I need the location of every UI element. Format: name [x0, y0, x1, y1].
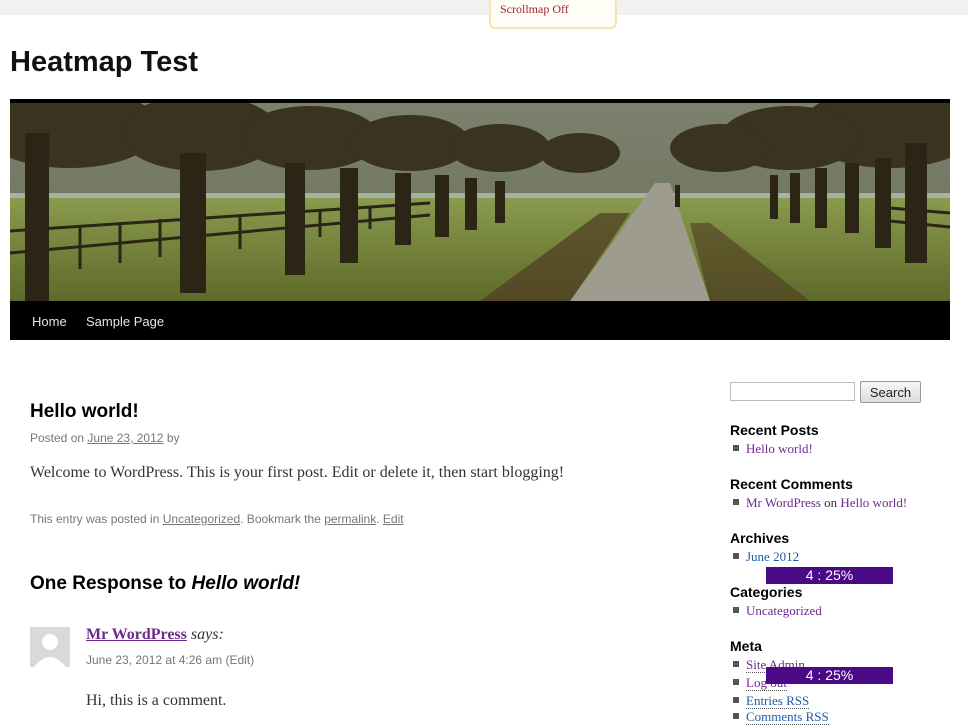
post-meta: Posted on June 23, 2012 by [30, 431, 180, 445]
scrollmap-toggle-button[interactable]: Scrollmap Off [489, 0, 617, 29]
recent-posts-title: Recent Posts [730, 422, 819, 438]
meta-item: Comments RSS [733, 709, 829, 725]
comment-date-link[interactable]: June 23, 2012 at 4:26 am [86, 653, 222, 667]
commenter-avatar [30, 627, 70, 667]
recent-comments-title: Recent Comments [730, 476, 853, 492]
recent-comment-post-link[interactable]: Hello world! [840, 495, 907, 510]
archive-june-2012-link[interactable]: June 2012 [746, 549, 799, 564]
footer-dot: . [376, 512, 380, 526]
list-bullet [733, 499, 739, 505]
post-content: Welcome to WordPress. This is your first… [30, 464, 565, 481]
main-navigation: Home Sample Page [10, 301, 950, 340]
list-bullet [733, 697, 739, 703]
list-bullet [733, 661, 739, 667]
archive-item: June 2012 [733, 549, 799, 565]
heatmap-click-badge: 4 : 25% [766, 667, 893, 684]
post-title[interactable]: Hello world! [30, 401, 139, 423]
site-title[interactable]: Heatmap Test [10, 46, 198, 79]
recent-comment-author-link[interactable]: Mr WordPress [746, 495, 821, 510]
edit-comment-link[interactable]: (Edit) [225, 653, 254, 667]
search-button[interactable]: Search [860, 381, 921, 403]
nav-item-sample-page[interactable]: Sample Page [86, 314, 164, 329]
responses-heading: One Response to Hello world! [30, 573, 300, 595]
responses-heading-prefix: One Response to [30, 573, 187, 594]
list-bullet [733, 553, 739, 559]
comment-meta: June 23, 2012 at 4:26 am (Edit) [86, 653, 254, 667]
list-bullet [733, 713, 739, 719]
archives-title: Archives [730, 530, 790, 546]
search-input[interactable] [730, 382, 855, 401]
category-item: Uncategorized [733, 603, 822, 619]
posted-on-label: Posted on [30, 431, 85, 445]
comment-text: Hi, this is a comment. [86, 692, 227, 709]
list-bullet [733, 679, 739, 685]
list-bullet [733, 607, 739, 613]
meta-item: Entries RSS [733, 693, 810, 709]
meta-title: Meta [730, 638, 762, 654]
comment-author-link[interactable]: Mr WordPress [86, 626, 187, 643]
list-bullet [733, 445, 739, 451]
top-admin-strip [0, 0, 968, 15]
recent-post-item: Hello world! [733, 441, 813, 457]
tree-lined-road-illustration [10, 103, 950, 301]
by-label: by [166, 431, 180, 445]
entries-rss-link[interactable]: Entries RSS [746, 693, 810, 709]
comments-rss-link[interactable]: Comments RSS [746, 709, 829, 725]
header-banner-image [10, 103, 950, 301]
heatmap-click-badge: 4 : 25% [766, 567, 893, 584]
comment-author-line: Mr WordPress says: [86, 626, 224, 644]
category-uncategorized-link[interactable]: Uncategorized [746, 603, 822, 618]
recent-comment-on-label: on [824, 495, 838, 510]
edit-post-link[interactable]: Edit [383, 512, 404, 526]
bookmark-label: . Bookmark the [240, 512, 321, 526]
category-link[interactable]: Uncategorized [163, 512, 240, 526]
says-label: says: [190, 626, 224, 643]
permalink-link[interactable]: permalink [324, 512, 376, 526]
avatar-silhouette-icon [30, 627, 70, 667]
recent-post-link[interactable]: Hello world! [746, 441, 813, 456]
post-date-link[interactable]: June 23, 2012 [87, 431, 163, 445]
nav-item-home[interactable]: Home [32, 314, 67, 329]
posted-in-label: This entry was posted in [30, 512, 160, 526]
categories-title: Categories [730, 584, 803, 600]
recent-comment-item: Mr WordPress on Hello world! [733, 495, 907, 511]
responses-heading-post: Hello world! [191, 573, 301, 594]
post-footer-meta: This entry was posted in Uncategorized. … [30, 512, 404, 526]
